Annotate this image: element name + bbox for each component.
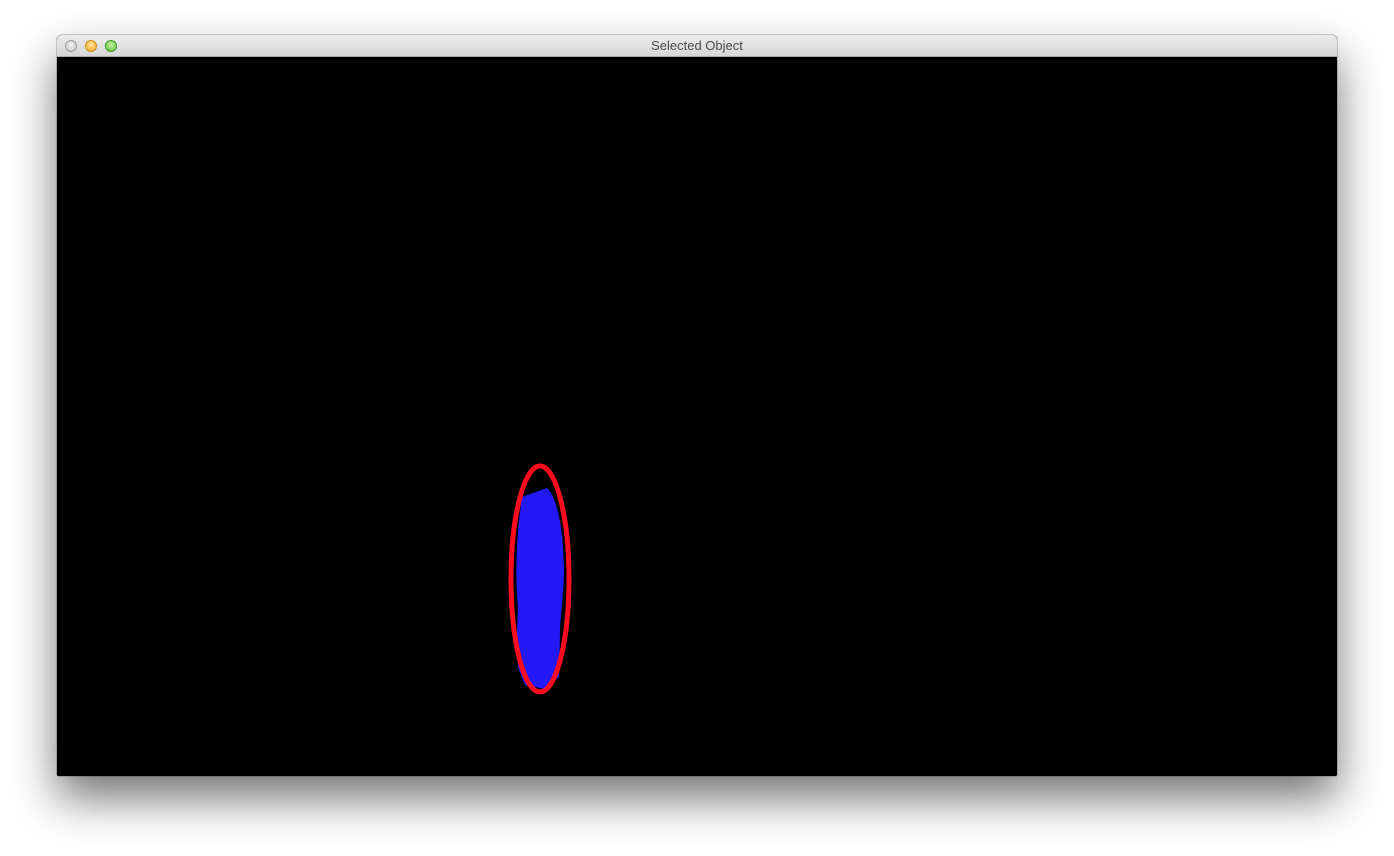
- render-canvas[interactable]: [57, 57, 1337, 776]
- selected-object[interactable]: [516, 488, 564, 689]
- scene-svg: [508, 463, 572, 695]
- window-title: Selected Object: [651, 38, 743, 53]
- title-bar[interactable]: Selected Object: [57, 35, 1337, 57]
- app-window: Selected Object: [57, 35, 1337, 776]
